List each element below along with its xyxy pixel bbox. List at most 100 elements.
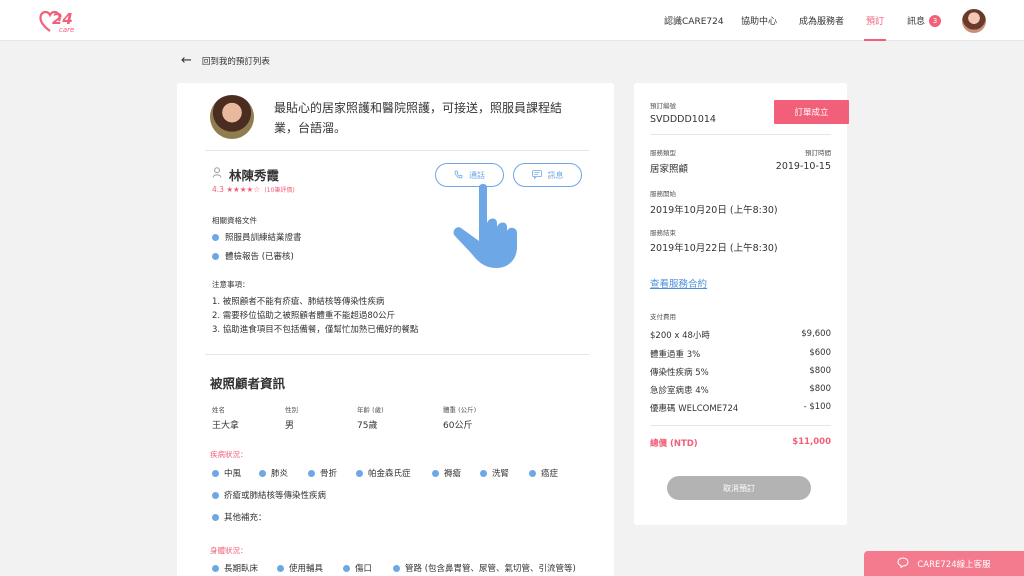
fee-name: 優惠碼 WELCOME724 [650, 404, 739, 414]
order-status-badge: 訂單成立 [774, 100, 849, 124]
fee-amount: $800 [809, 366, 831, 376]
body-item-label: 管路 (包含鼻胃管、尿管、氣切管、引流管等) [405, 564, 576, 574]
view-contract-link[interactable]: 查看服務合約 [650, 276, 707, 290]
online-support-button[interactable]: CARE724線上客服 [864, 551, 1024, 576]
patient-name-label: 姓名 [212, 406, 225, 414]
disease-item: 中風 [212, 467, 241, 479]
qualification-item: 照服員訓練結業證書 [212, 231, 302, 243]
review-count[interactable]: (10筆評價) [264, 187, 294, 194]
user-avatar[interactable] [962, 9, 986, 33]
notes-title: 注意事項： [212, 280, 250, 289]
payment-label: 支付費用 [650, 313, 676, 321]
arrow-left-icon: ← [181, 53, 192, 68]
note-item: 2. 需要移位協助之被照顧者體重不能超過80公斤 [212, 311, 396, 321]
fee-amount: - $100 [803, 402, 831, 412]
qualifications-title: 相關資格文件 [212, 216, 257, 225]
body-status-label: 身體狀況： [210, 546, 248, 555]
message-button[interactable]: 訊息 [513, 163, 582, 187]
chat-bubble-icon [897, 556, 909, 571]
divider [205, 150, 589, 151]
logo-subtext: care [59, 26, 75, 34]
disease-item: 疥瘡或肺結核等傳染性疾病 [212, 489, 326, 501]
patient-name-value: 王大拿 [212, 421, 240, 431]
fee-row: 體重過重 3% $600 [650, 348, 831, 360]
nav-become-provider[interactable]: 成為服務者 [799, 0, 844, 41]
chat-icon [531, 169, 542, 181]
check-dot-icon [212, 513, 219, 521]
fee-row: $200 x 48小時 $9,600 [650, 329, 831, 341]
patient-gender-label: 性別 [285, 406, 298, 414]
check-dot-icon [343, 564, 350, 572]
fee-name: 傳染性疾病 5% [650, 368, 709, 378]
patient-gender-value: 男 [285, 421, 295, 431]
caregiver-rating: 4.3 ★★★★☆ (10筆評價) [212, 185, 295, 194]
disease-label: 骨折 [320, 469, 338, 479]
disease-label: 癌症 [541, 469, 559, 479]
total-label: 總價 (NTD) [650, 439, 698, 449]
body-item: 管路 (包含鼻胃管、尿管、氣切管、引流管等) [393, 562, 576, 574]
fee-name: 急診室病患 4% [650, 386, 709, 396]
call-button-label: 通話 [469, 170, 485, 180]
caregiver-headline: 最貼心的居家照護和醫院照護，可接送，照服員課程結業，台語溜。 [274, 101, 563, 135]
body-item: 使用輔具 [277, 562, 323, 574]
top-navigation-bar: 24 care 認識CARE724 協助中心 成為服務者 預訂 訊息 3 [0, 0, 1024, 41]
disease-item: 肺炎 [259, 467, 288, 479]
check-dot-icon [212, 469, 219, 477]
patient-weight-label: 體重 (公斤) [443, 406, 477, 414]
note-item: 3. 協助進食項目不包括備餐，僅幫忙加熱已備好的餐點 [212, 325, 419, 335]
qualification-item: 體檢報告 (已審核) [212, 250, 294, 262]
phone-icon [454, 170, 463, 181]
total-amount: $11,000 [792, 437, 831, 447]
qualification-label: 照服員訓練結業證書 [225, 233, 302, 243]
disease-item: 癌症 [529, 467, 558, 479]
body-item-label: 使用輔具 [289, 564, 324, 574]
divider [650, 425, 831, 426]
disease-other-label: 其他補充： [224, 513, 267, 523]
service-start-label: 服務開始 [650, 190, 676, 198]
body-item: 傷口 [343, 562, 372, 574]
service-type-label: 服務類型 [650, 149, 676, 157]
patient-info-title: 被照顧者資訊 [210, 376, 286, 391]
caregiver-name: 林陳秀霞 [229, 168, 280, 183]
person-icon [212, 167, 222, 181]
disease-label: 褥瘡 [444, 469, 462, 479]
check-dot-icon [432, 469, 439, 477]
cancel-booking-button[interactable]: 取消預訂 [667, 476, 811, 500]
online-support-label: CARE724線上客服 [917, 559, 991, 570]
nav-bookings[interactable]: 預訂 [863, 0, 887, 41]
disease-item: 骨折 [308, 467, 337, 479]
body-item-label: 長期臥床 [224, 564, 259, 574]
disease-label: 帕金森氏症 [368, 469, 411, 479]
rating-score: 4.3 [212, 185, 224, 194]
fee-name: $200 x 48小時 [650, 331, 710, 341]
disease-label: 洗腎 [492, 469, 510, 479]
back-link-label: 回到我的預訂列表 [201, 56, 270, 67]
nav-help-center[interactable]: 協助中心 [741, 0, 777, 41]
fee-amount: $800 [809, 384, 831, 394]
nav-about[interactable]: 認識CARE724 [664, 0, 724, 41]
fee-amount: $600 [809, 348, 831, 358]
note-item: 1. 被照顧者不能有疥瘡、肺結核等傳染性疾病 [212, 297, 385, 307]
order-id-label: 預訂編號 [650, 102, 676, 110]
disease-label: 疥瘡或肺結核等傳染性疾病 [224, 491, 327, 501]
message-count-badge: 3 [929, 14, 942, 27]
service-end-value: 2019年10月22日 (上午8:30) [650, 243, 778, 254]
disease-other-item: 其他補充： [212, 511, 267, 523]
qualification-label: 體檢報告 (已審核) [225, 252, 294, 262]
booking-date-value: 2019-10-15 [775, 161, 831, 172]
check-dot-icon [356, 469, 363, 477]
check-dot-icon [529, 469, 536, 477]
body-item-label: 傷口 [355, 564, 373, 574]
check-dot-icon [212, 252, 219, 260]
disease-label: 中風 [224, 469, 242, 479]
back-to-bookings-link[interactable]: ← 回到我的預訂列表 [181, 53, 270, 68]
divider [205, 354, 589, 355]
disease-item: 洗腎 [480, 467, 509, 479]
caregiver-card: 最貼心的居家照護和醫院照護，可接送，照服員課程結業，台語溜。 林陳秀霞 4.3 … [177, 83, 614, 576]
check-dot-icon [480, 469, 487, 477]
total-row: 總價 (NTD) $11,000 [650, 437, 831, 449]
nav-messages[interactable]: 訊息 3 [907, 0, 942, 41]
check-dot-icon [259, 469, 266, 477]
disease-label: 肺炎 [271, 469, 289, 479]
check-dot-icon [212, 564, 219, 572]
